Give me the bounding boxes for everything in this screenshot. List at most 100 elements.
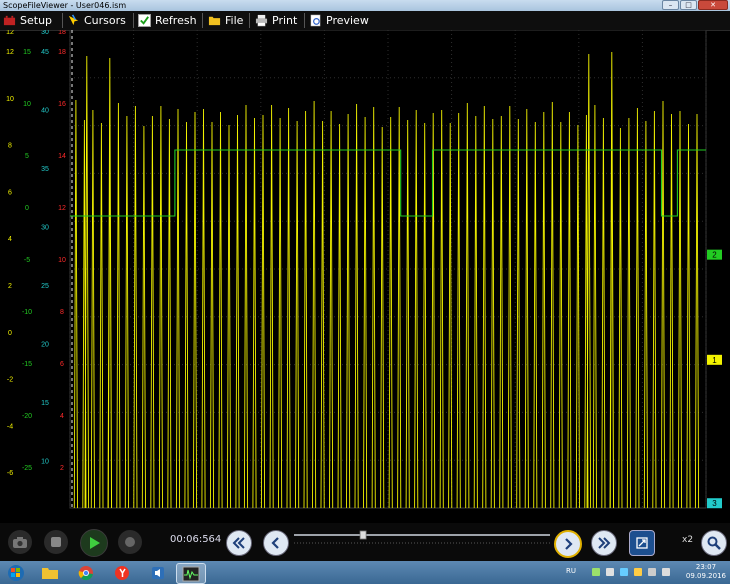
channel-marker: 1 [707,354,722,365]
time-readout: 00:06:564 [170,534,222,545]
y-tick-label: 10 [23,101,31,108]
double-chevron-left-icon [232,537,245,549]
camera-icon [13,537,27,548]
y-tick-label: 4 [60,413,64,420]
camera-button[interactable] [8,530,32,554]
minimize-button[interactable]: – [662,0,679,10]
step-forward-button[interactable] [554,530,582,558]
y-tick-label: -25 [22,465,32,472]
folder-icon [208,16,221,26]
window-controls: – □ ✕ [662,0,728,10]
channel-marker: 3 [707,498,722,509]
tray-app-icon[interactable] [592,568,600,576]
cursors-icon [68,14,79,26]
taskbar-explorer[interactable] [36,563,64,582]
oscilloscope-app-icon [182,566,200,581]
y-tick-label: 25 [41,283,49,290]
y-tick-label: -15 [22,361,32,368]
double-chevron-right-icon [598,537,611,549]
y-tick-label: 12 [58,205,66,212]
y-tick-label: -6 [7,470,13,477]
refresh-button[interactable]: Refresh [138,11,197,30]
y-tick-label: 40 [41,108,49,115]
channel-marker: 2 [707,249,722,260]
y-tick-label: 16 [58,101,66,108]
tray-app-icon[interactable] [606,568,614,576]
y-tick-label: 20 [41,342,49,349]
maximize-button[interactable]: □ [680,0,697,10]
preview-button[interactable]: Preview [309,11,369,30]
taskbar-media[interactable] [144,563,172,582]
y-tick-label: 2 [8,283,12,290]
step-back-button[interactable] [263,530,289,556]
y-tick-label: 30 [41,225,49,232]
oscilloscope-chart[interactable]: 121086420-2-4-6-8151050-5-10-15-20-25-30… [0,30,730,512]
channel-marker-label: 2 [712,251,717,260]
system-tray [592,568,670,576]
taskbar-chrome[interactable] [72,563,100,582]
setup-button[interactable]: Setup [3,11,52,30]
play-button[interactable] [80,529,108,557]
chrome-icon [78,565,93,580]
tray-app-icon[interactable] [620,568,628,576]
resize-icon [636,537,648,549]
print-button[interactable]: Print [255,11,297,30]
play-icon [90,537,100,549]
setup-label: Setup [20,14,53,27]
magnifier-icon [707,536,721,550]
channel-marker-label: 3 [712,499,717,508]
tray-network-icon[interactable] [634,568,642,576]
print-label: Print [272,14,298,27]
y-tick-label: 10 [6,96,14,103]
y-tick-label: 15 [23,49,31,56]
y-tick-label: 18 [58,30,66,36]
cursors-label: Cursors [84,14,126,27]
cursors-button[interactable]: Cursors [67,11,126,30]
slider-thumb[interactable] [359,530,367,540]
toolbar-divider [249,13,250,28]
taskbar-yandex[interactable] [108,563,136,582]
y-tick-label: 18 [58,49,66,56]
y-tick-label: -20 [22,413,32,420]
windows-logo-icon [8,564,24,581]
y-tick-label: 2 [60,465,64,472]
refresh-label: Refresh [155,14,197,27]
y-tick-label: 15 [41,400,49,407]
car-battery-icon [3,15,16,26]
taskbar-scopefileviewer[interactable] [176,563,206,584]
close-button[interactable]: ✕ [698,0,728,10]
y-tick-label: 14 [58,153,66,160]
stop-button[interactable] [44,530,68,554]
keyboard-language[interactable]: RU [566,567,576,575]
y-tick-label: 30 [41,30,49,36]
y-tick-label: -4 [7,423,13,430]
printer-icon [255,14,268,27]
record-button[interactable] [118,530,142,554]
y-tick-label: -2 [7,377,13,384]
refresh-checkmark-icon [138,14,151,27]
rewind-button[interactable] [226,530,252,556]
clock-time: 23:07 [695,563,717,571]
y-tick-label: 0 [25,205,29,212]
channel-marker-label: 1 [712,356,717,365]
stop-icon [51,537,61,547]
tray-flag-icon[interactable] [648,568,656,576]
clock-date: 09.09.2016 [685,572,726,580]
toolbar-divider [62,13,63,28]
y-tick-label: 10 [58,257,66,264]
fast-forward-button[interactable] [591,530,617,556]
start-button[interactable] [2,563,30,582]
file-button[interactable]: File [208,11,243,30]
speaker-icon [152,566,164,579]
taskbar-clock[interactable]: 23:07 09.09.2016 [686,563,726,581]
preview-label: Preview [326,14,369,27]
position-slider[interactable] [292,527,552,557]
y-tick-label: 6 [60,361,64,368]
fit-screen-button[interactable] [629,530,655,556]
tray-volume-icon[interactable] [662,568,670,576]
magnifier-button[interactable] [701,530,727,556]
toolbar: Setup Cursors Refresh File Print Preview [0,11,730,31]
y-tick-label: 35 [41,166,49,173]
window-titlebar: ScopeFileViewer - User046.ism – □ ✕ [0,0,730,11]
y-tick-label: 12 [6,49,14,56]
